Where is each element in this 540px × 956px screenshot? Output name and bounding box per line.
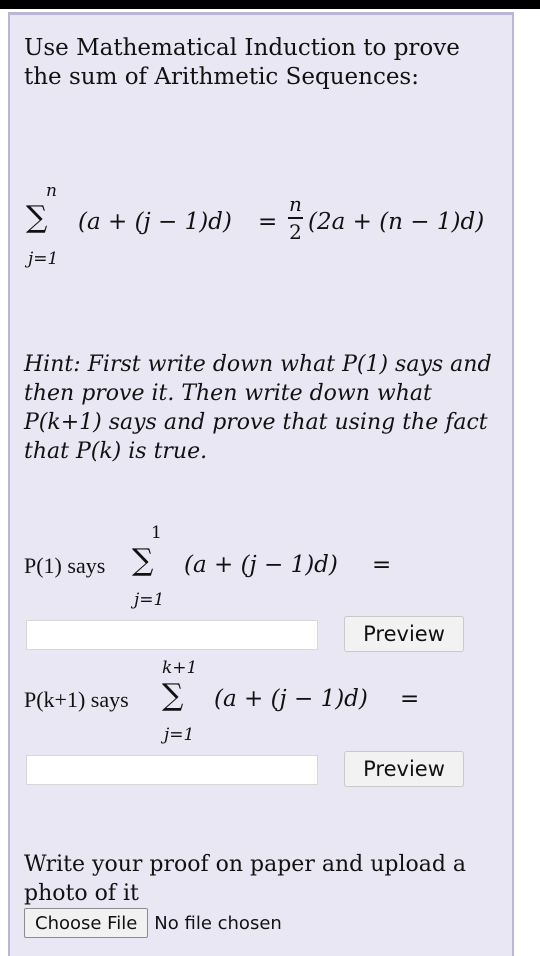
fraction-bar xyxy=(288,217,303,219)
choose-file-button[interactable]: Choose File xyxy=(24,908,149,938)
pk1-sum-upper: k+1 xyxy=(162,658,198,678)
fraction-denominator: 2 xyxy=(289,220,302,244)
p1-equals: = xyxy=(372,552,392,578)
pk1-sigma-symbol: ∑ xyxy=(162,678,184,713)
main-equation: n ∑ j=1 (a + (j − 1)d) = n 2 (2a + (n − … xyxy=(26,181,540,281)
pk1-equals: = xyxy=(400,686,420,712)
pk1-sum-lower: j=1 xyxy=(164,725,195,745)
p1-summand: (a + (j − 1)d) xyxy=(184,552,338,578)
pk1-summand: (a + (j − 1)d) xyxy=(214,686,368,712)
hint-text: Hint: First write down what P(1) says an… xyxy=(24,352,492,464)
file-status-text: No file chosen xyxy=(154,912,282,934)
file-upload-control: Choose File No file chosen xyxy=(24,907,282,939)
pk1-label: P(k+1) says xyxy=(24,687,129,712)
question-prompt: Use Mathematical Induction to prove the … xyxy=(24,35,460,90)
p1-answer-input[interactable] xyxy=(26,620,318,650)
p1-sum-lower: j=1 xyxy=(134,590,165,610)
sum-lower-limit: j=1 xyxy=(28,249,59,269)
equals-sign: = xyxy=(258,209,278,235)
sum-upper-limit: n xyxy=(46,181,57,201)
top-status-bar xyxy=(0,0,540,9)
upload-instruction: Write your proof on paper and upload a p… xyxy=(24,852,467,906)
fraction-numerator: n xyxy=(289,192,302,216)
p1-preview-button[interactable]: Preview xyxy=(344,616,464,652)
p1-sum-upper: 1 xyxy=(151,523,162,543)
fraction-n-over-2: n 2 xyxy=(288,193,303,243)
rhs-expression: (2a + (n − 1)d) xyxy=(308,209,485,235)
summand: (a + (j − 1)d) xyxy=(78,209,232,235)
p1-label: P(1) says xyxy=(24,553,106,578)
p1-sigma-symbol: ∑ xyxy=(132,543,154,578)
sigma-symbol: ∑ xyxy=(26,200,48,235)
question-panel: Use Mathematical Induction to prove the … xyxy=(8,12,514,956)
pk1-answer-input[interactable] xyxy=(26,755,318,785)
summand-text: (a + (j − 1)d) xyxy=(78,209,232,235)
pk1-preview-button[interactable]: Preview xyxy=(344,751,464,787)
